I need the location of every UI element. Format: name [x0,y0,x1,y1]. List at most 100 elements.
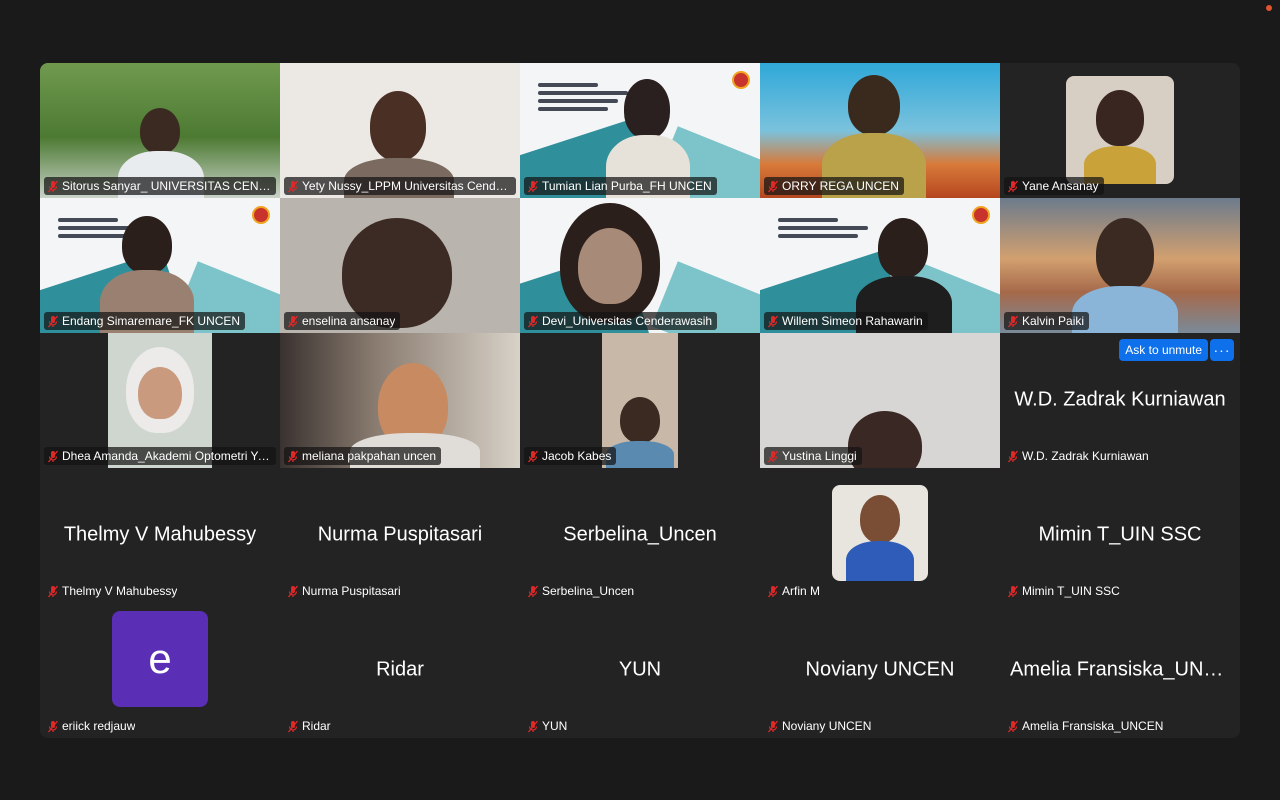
muted-mic-icon [1007,180,1019,192]
participant-tile[interactable]: e eriick redjauw [40,603,280,738]
participant-name-tag: Dhea Amanda_Akademi Optometri Yapenas [44,447,276,465]
participant-name: Devi_Universitas Cenderawasih [542,314,713,328]
muted-mic-icon [287,315,299,327]
participant-name-tag: Devi_Universitas Cenderawasih [524,312,718,330]
participant-name-tag: enselina ansanay [284,312,401,330]
participant-name-tag: YUN [524,717,572,735]
participant-tile[interactable]: Serbelina_Uncen Serbelina_Uncen [520,468,760,603]
muted-mic-icon [1007,315,1019,327]
participant-name-tag: Thelmy V Mahubessy [44,582,182,600]
muted-mic-icon [47,180,59,192]
participant-name-tag: W.D. Zadrak Kurniawan [1004,447,1154,465]
participant-name: Ridar [302,719,331,733]
participant-name-tag: Tumian Lian Purba_FH UNCEN [524,177,717,195]
participant-display-name: Noviany UNCEN [805,657,955,680]
participant-tile[interactable]: Yustina Linggi [760,333,1000,468]
participant-display-name: Nurma Puspitasari [317,522,483,545]
participant-name-tag: Amelia Fransiska_UNCEN [1004,717,1168,735]
participant-name-tag: Sitorus Sanyar_ UNIVERSITAS CENDERAWASIH [44,177,276,195]
participant-tile[interactable]: Noviany UNCEN Noviany UNCEN [760,603,1000,738]
participant-tile[interactable]: Yane Ansanay [1000,63,1240,198]
participant-tile[interactable]: Dhea Amanda_Akademi Optometri Yapenas [40,333,280,468]
participant-name: Nurma Puspitasari [302,584,401,598]
participant-name: Dhea Amanda_Akademi Optometri Yapenas [62,449,271,463]
participant-display-name: Amelia Fransiska_UNCEN [1010,657,1240,680]
participant-name: enselina ansanay [302,314,396,328]
participant-name: Yane Ansanay [1022,179,1099,193]
participant-name-tag: Yety Nussy_LPPM Universitas Cenderawasih [284,177,516,195]
participant-name: Willem Simeon Rahawarin [782,314,923,328]
participant-display-name: Serbelina_Uncen [563,522,717,545]
participant-display-name: Mimin T_UIN SSC [1038,522,1202,545]
muted-mic-icon [527,450,539,462]
muted-mic-icon [527,585,539,597]
participant-tile[interactable]: Endang Simaremare_FK UNCEN [40,198,280,333]
participant-name: W.D. Zadrak Kurniawan [1022,449,1149,463]
muted-mic-icon [1007,585,1019,597]
participant-name: Serbelina_Uncen [542,584,635,598]
more-options-button[interactable]: ··· [1210,339,1234,361]
participant-tile[interactable]: Sitorus Sanyar_ UNIVERSITAS CENDERAWASIH [40,63,280,198]
participant-name: eriick redjauw [62,719,136,733]
participant-tile[interactable]: Nurma Puspitasari Nurma Puspitasari [280,468,520,603]
participant-tile[interactable]: meliana pakpahan uncen [280,333,520,468]
profile-photo [832,485,928,581]
participant-tile[interactable]: Thelmy V Mahubessy Thelmy V Mahubessy [40,468,280,603]
participant-name: Jacob Kabes [542,449,612,463]
participant-name-tag: Arfin M [764,582,825,600]
participant-name: YUN [542,719,568,733]
participant-name: ORRY REGA UNCEN [782,179,899,193]
muted-mic-icon [47,315,59,327]
participant-tile[interactable]: Arfin M [760,468,1000,603]
gallery-view: Sitorus Sanyar_ UNIVERSITAS CENDERAWASIH… [40,63,1240,738]
participant-tile[interactable]: Jacob Kabes [520,333,760,468]
participant-tile[interactable]: W.D. Zadrak Kurniawan Ask to unmute ··· … [1000,333,1240,468]
muted-mic-icon [527,315,539,327]
muted-mic-icon [287,450,299,462]
participant-tile[interactable]: Devi_Universitas Cenderawasih [520,198,760,333]
participant-name: Mimin T_UIN SSC [1022,584,1120,598]
muted-mic-icon [287,180,299,192]
participant-name-tag: Endang Simaremare_FK UNCEN [44,312,246,330]
muted-mic-icon [1007,720,1019,732]
participant-tile[interactable]: Amelia Fransiska_UNCEN Amelia Fransiska_… [1000,603,1240,738]
participant-name: Yustina Linggi [782,449,857,463]
muted-mic-icon [767,585,779,597]
participant-tile[interactable]: enselina ansanay [280,198,520,333]
participant-name: meliana pakpahan uncen [302,449,437,463]
participant-name-tag: Yustina Linggi [764,447,862,465]
participant-tile[interactable]: Ridar Ridar [280,603,520,738]
participant-tile[interactable]: Willem Simeon Rahawarin [760,198,1000,333]
participant-tile[interactable]: Tumian Lian Purba_FH UNCEN [520,63,760,198]
status-indicator-icon [1266,5,1272,11]
participant-name-tag: Noviany UNCEN [764,717,876,735]
muted-mic-icon [287,720,299,732]
participant-name: Noviany UNCEN [782,719,872,733]
participant-tile[interactable]: YUN YUN [520,603,760,738]
avatar-initial: e [112,611,208,707]
meeting-window: Sitorus Sanyar_ UNIVERSITAS CENDERAWASIH… [0,0,1280,800]
participant-name-tag: Serbelina_Uncen [524,582,639,600]
participant-name: Sitorus Sanyar_ UNIVERSITAS CENDERAWASIH [62,179,271,193]
muted-mic-icon [767,180,779,192]
participant-display-name: YUN [618,657,662,680]
participant-name: Yety Nussy_LPPM Universitas Cenderawasih [302,179,511,193]
participant-name: Thelmy V Mahubessy [62,584,178,598]
ask-to-unmute-button[interactable]: Ask to unmute [1119,339,1208,361]
profile-photo [1066,76,1174,184]
participant-tile[interactable]: Kalvin Paiki [1000,198,1240,333]
participant-tile[interactable]: ORRY REGA UNCEN [760,63,1000,198]
participant-name-tag: ORRY REGA UNCEN [764,177,904,195]
participant-name: Endang Simaremare_FK UNCEN [62,314,241,328]
muted-mic-icon [767,315,779,327]
participant-name: Amelia Fransiska_UNCEN [1022,719,1164,733]
participant-name: Kalvin Paiki [1022,314,1085,328]
participant-tile[interactable]: Yety Nussy_LPPM Universitas Cenderawasih [280,63,520,198]
muted-mic-icon [527,720,539,732]
participant-name-tag: Jacob Kabes [524,447,617,465]
participant-name-tag: Nurma Puspitasari [284,582,406,600]
participant-tile[interactable]: Mimin T_UIN SSC Mimin T_UIN SSC [1000,468,1240,603]
participant-display-name: Thelmy V Mahubessy [63,522,257,545]
participant-name-tag: meliana pakpahan uncen [284,447,442,465]
participant-name-tag: Yane Ansanay [1004,177,1104,195]
